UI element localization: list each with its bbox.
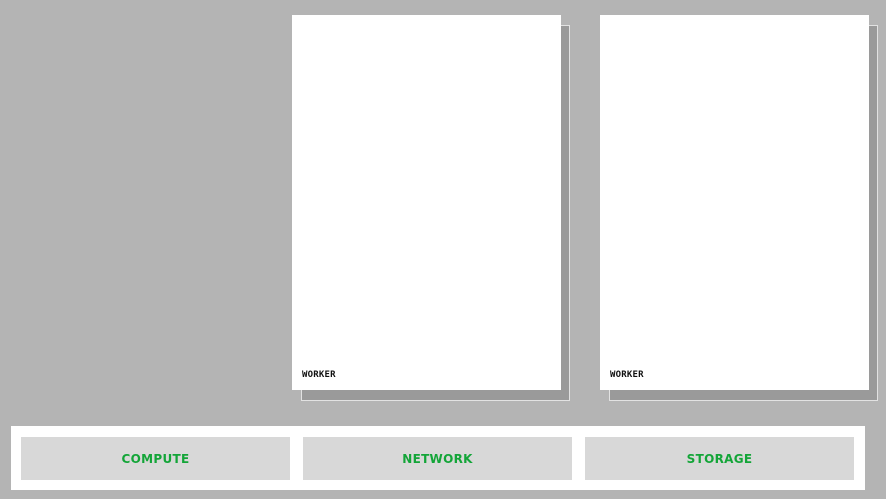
network-box: NETWORK bbox=[303, 437, 572, 480]
worker-node-2-card: WORKER bbox=[600, 15, 869, 390]
infrastructure-panel: COMPUTE NETWORK STORAGE bbox=[11, 426, 865, 490]
storage-box: STORAGE bbox=[585, 437, 854, 480]
worker-node-1-label: WORKER bbox=[302, 370, 336, 380]
worker-node-1-card: WORKER bbox=[292, 15, 561, 390]
worker-node-1: WORKER bbox=[292, 15, 570, 401]
worker-node-2-label: WORKER bbox=[610, 370, 644, 380]
compute-box: COMPUTE bbox=[21, 437, 290, 480]
worker-node-2: WORKER bbox=[600, 15, 878, 401]
